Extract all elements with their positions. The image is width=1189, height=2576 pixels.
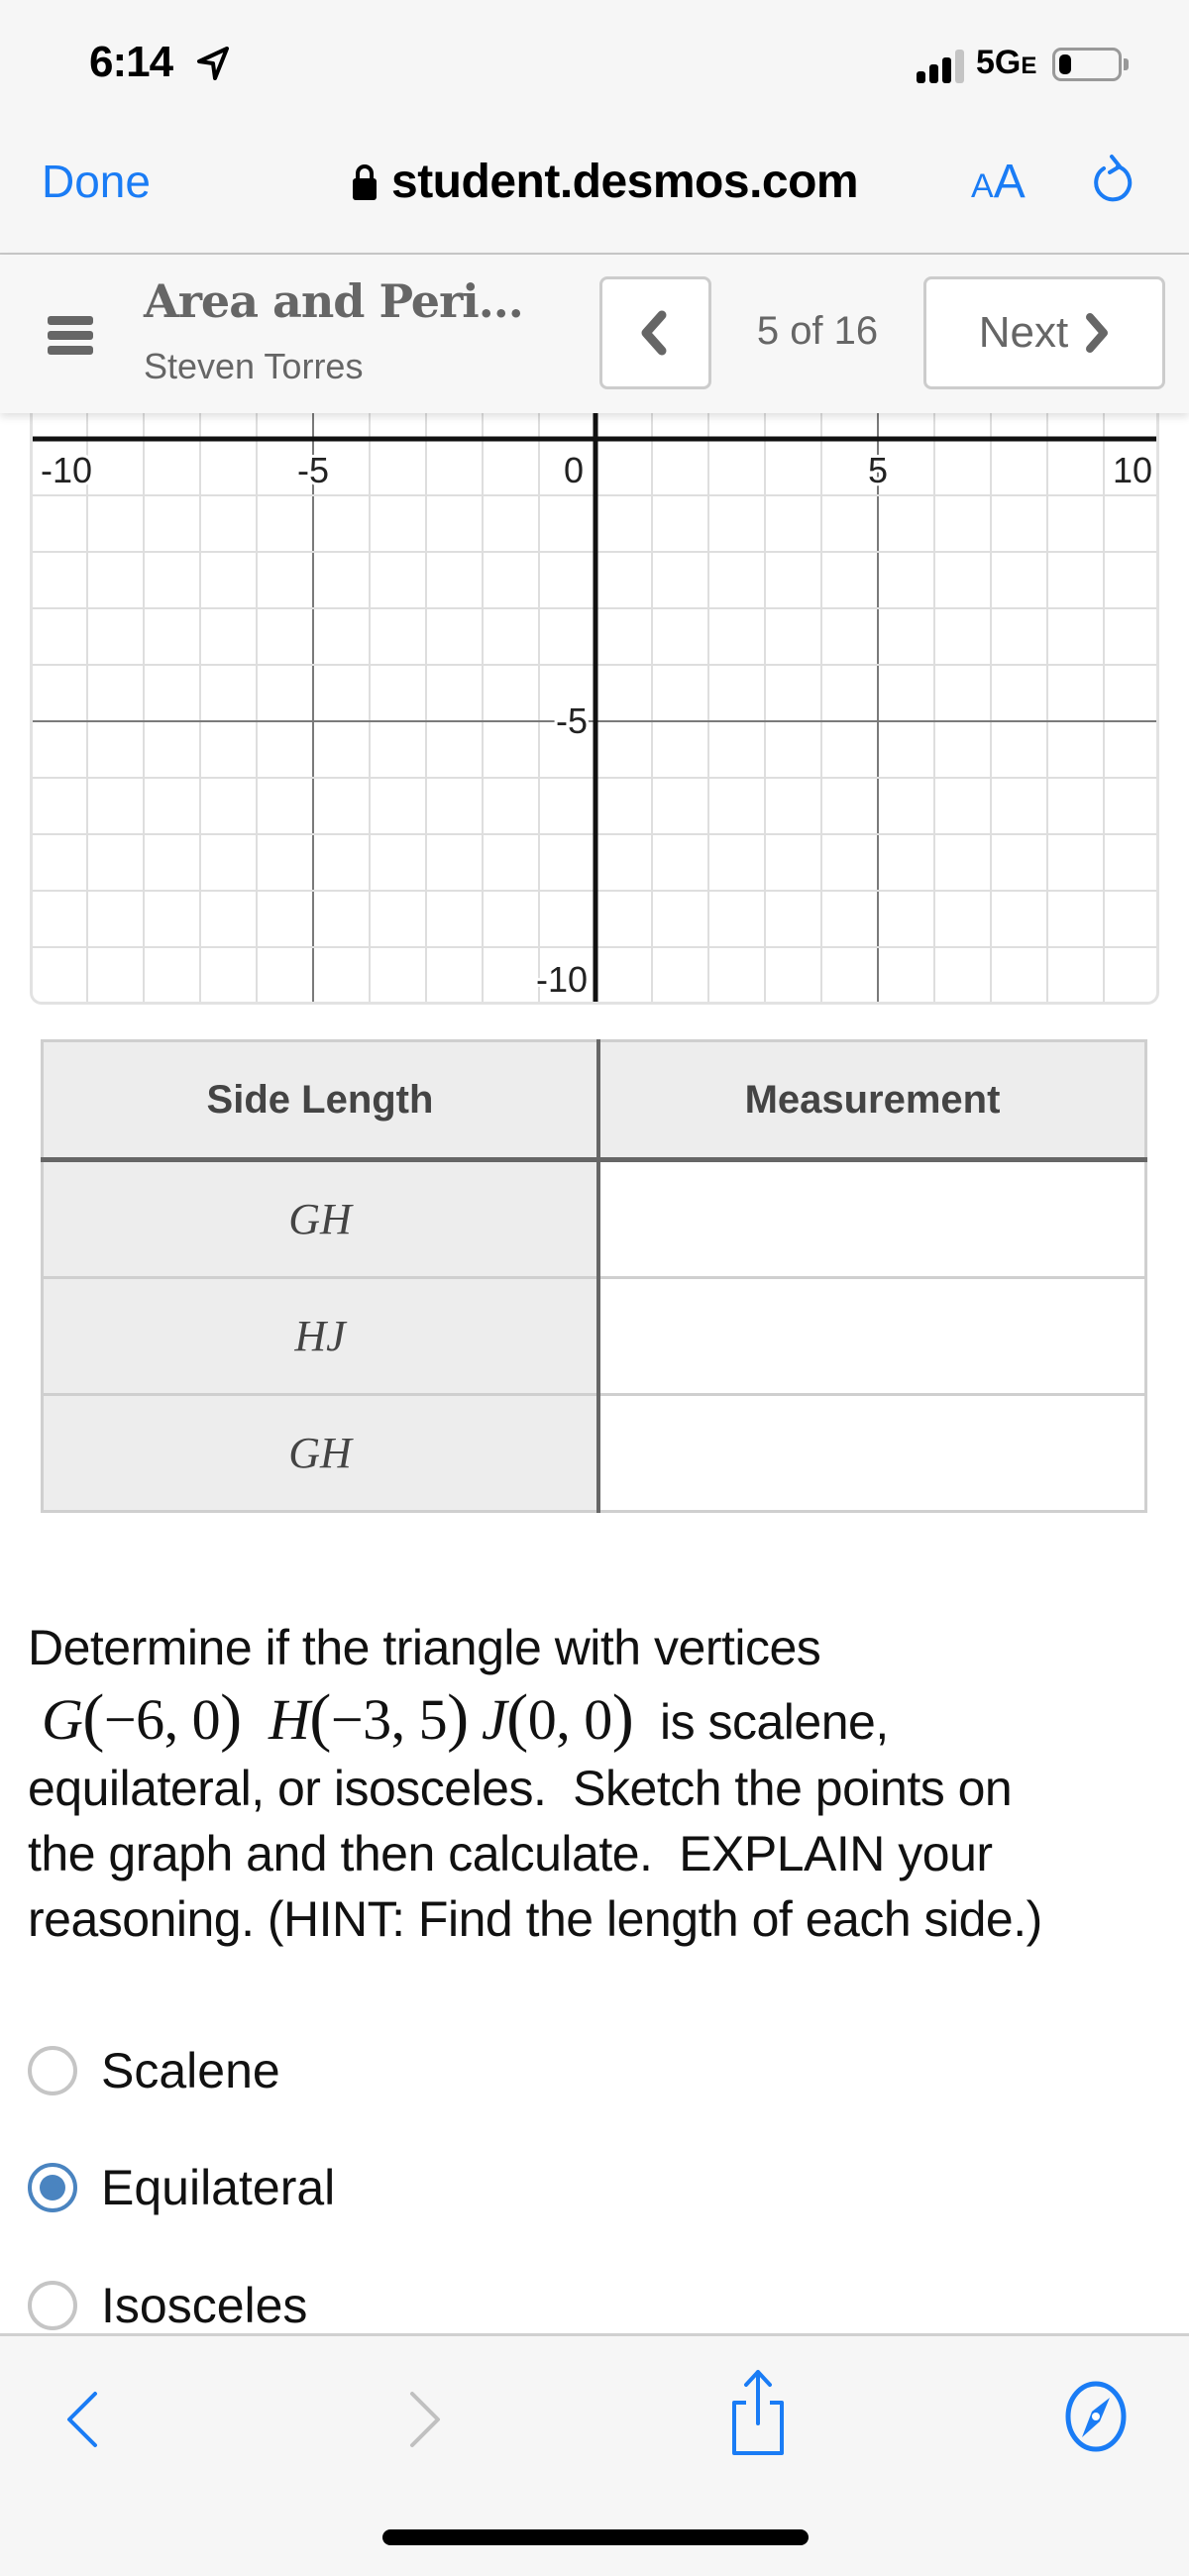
battery-icon <box>1052 48 1122 81</box>
radio-button[interactable] <box>28 2163 77 2212</box>
question-prompt: Determine if the triangle with vertices … <box>28 1615 1167 1952</box>
vertex-coords: −6, 0 <box>103 1687 221 1752</box>
choice-label: Scalene <box>101 2043 280 2098</box>
choice-isosceles[interactable]: Isosceles <box>28 2277 307 2334</box>
chevron-left-icon <box>641 310 667 356</box>
next-label: Next <box>978 308 1069 357</box>
choice-label: Isosceles <box>101 2278 308 2333</box>
page-indicator: 5 of 16 <box>756 309 879 353</box>
radio-button[interactable] <box>28 2281 77 2330</box>
graph-canvas[interactable]: -10-10 -5-5 00 55 1010-5-5-10-10 <box>30 357 1159 1005</box>
status-time: 6:14 <box>89 38 173 86</box>
location-arrow-icon <box>197 47 229 80</box>
x-tick-label: 10 <box>1113 450 1152 490</box>
vertex-name: H <box>268 1687 310 1752</box>
activity-header: Area and Peri... Steven Torres 5 of 16 N… <box>0 255 1189 413</box>
measurement-input[interactable] <box>598 1158 1146 1278</box>
compass-icon[interactable] <box>1064 2380 1128 2453</box>
vertex-g: G(−6, 0) <box>42 1681 242 1754</box>
student-name: Steven Torres <box>144 346 364 386</box>
question-line: the graph and then calculate. EXPLAIN yo… <box>28 1826 993 1881</box>
side-length-table: Side Length Measurement GH HJ GH <box>41 1039 1147 1513</box>
vertex-name: J <box>481 1687 507 1752</box>
network-label: 5G <box>976 44 1022 81</box>
table-row: HJ <box>42 1276 1146 1395</box>
hamburger-icon[interactable] <box>48 316 93 356</box>
question-line: equilateral, or isosceles. Sketch the po… <box>28 1761 1013 1816</box>
radio-button[interactable] <box>28 2046 77 2095</box>
battery-cap <box>1124 58 1129 70</box>
reload-icon[interactable] <box>1088 151 1137 210</box>
measurement-input[interactable] <box>598 1276 1146 1395</box>
vertex-j: J(0, 0) <box>481 1681 634 1754</box>
side-cell: GH <box>42 1393 600 1512</box>
lock-icon <box>353 163 377 200</box>
table-row: GH <box>42 1158 1146 1278</box>
question-after-vertices: is scalene, <box>646 1694 889 1750</box>
table-row: GH <box>42 1393 1146 1512</box>
vertex-name: G <box>42 1687 83 1752</box>
network-type: 5GE <box>976 44 1036 82</box>
x-tick-label: 5 <box>868 450 888 490</box>
previous-screen-button[interactable] <box>599 276 711 389</box>
status-bar: 6:14 5GE <box>0 0 1189 129</box>
aa-large: A <box>993 156 1026 208</box>
share-icon[interactable] <box>728 2368 788 2457</box>
next-screen-button[interactable]: Next <box>923 276 1165 389</box>
cellular-signal-icon <box>917 50 964 83</box>
y-tick-label: -5 <box>556 700 588 741</box>
network-suffix: E <box>1021 53 1037 79</box>
activity-title: Area and Peri... <box>144 274 524 328</box>
y-tick-label: -10 <box>536 959 588 1000</box>
aa-small: A <box>971 167 994 205</box>
coordinate-graph[interactable]: -10 -10 -5 -5 0 0 5 5 10 10 -5 -5 -10 -10 <box>30 357 1159 1005</box>
x-tick-label: 0 <box>564 450 584 490</box>
choice-equilateral[interactable]: Equilateral <box>28 2159 335 2216</box>
header-measurement: Measurement <box>598 1040 1146 1162</box>
question-intro: Determine if the triangle with vertices <box>28 1620 821 1675</box>
forward-icon[interactable] <box>406 2388 446 2451</box>
x-tick-label: -10 <box>41 450 92 490</box>
chevron-right-icon <box>1086 313 1109 353</box>
done-button[interactable]: Done <box>42 155 151 208</box>
question-line: reasoning. (HINT: Find the length of eac… <box>28 1891 1042 1947</box>
table-header-row: Side Length Measurement <box>42 1040 1146 1162</box>
battery-level <box>1059 54 1071 74</box>
choice-scalene[interactable]: Scalene <box>28 2042 280 2099</box>
side-cell: GH <box>42 1158 600 1278</box>
back-icon[interactable] <box>61 2388 101 2451</box>
side-cell: HJ <box>42 1276 600 1395</box>
vertex-h: H(−3, 5) <box>268 1681 469 1754</box>
vertex-coords: −3, 5 <box>330 1687 448 1752</box>
text-size-button[interactable]: AA <box>971 155 1026 209</box>
browser-bar: Done student.desmos.com AA <box>0 129 1189 255</box>
measurement-input[interactable] <box>598 1393 1146 1512</box>
header-side-length: Side Length <box>42 1040 600 1162</box>
url-text: student.desmos.com <box>391 156 859 208</box>
url-field[interactable]: student.desmos.com <box>352 155 859 209</box>
home-indicator <box>382 2529 809 2545</box>
vertex-coords: 0, 0 <box>527 1687 613 1752</box>
choice-label: Equilateral <box>101 2160 336 2215</box>
x-tick-label: -5 <box>297 450 329 490</box>
question-vertices-line: G(−6, 0) H(−3, 5) J(0, 0) is scalene, <box>28 1680 1167 1756</box>
